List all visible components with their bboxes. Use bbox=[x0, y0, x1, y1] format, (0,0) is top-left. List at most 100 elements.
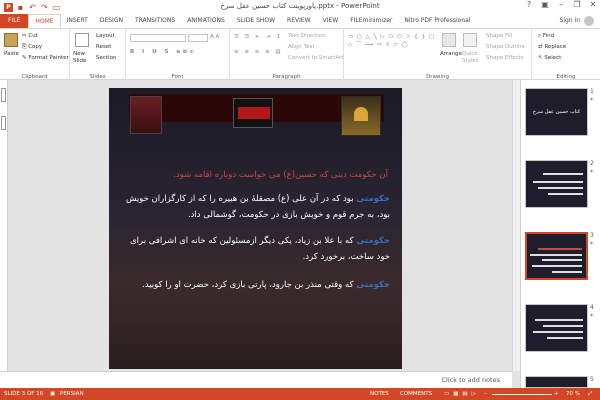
tab-slide-show[interactable]: SLIDE SHOW bbox=[231, 14, 281, 28]
vertical-scrollbar[interactable] bbox=[512, 80, 520, 371]
quick-styles-button[interactable]: Quick Styles bbox=[462, 51, 480, 65]
shrine-domes-picture bbox=[341, 96, 381, 136]
window-title: پاورپوینت کتاب حسین عقل سرخ.pptx - Power… bbox=[220, 2, 380, 10]
convert-smartart-button[interactable]: Convert to SmartArt bbox=[288, 55, 344, 61]
zoom-level[interactable]: 70 % bbox=[566, 391, 580, 397]
animation-star-icon: * bbox=[590, 313, 593, 320]
restore-icon[interactable]: ❐ bbox=[572, 0, 582, 9]
slide-thumbnail-4[interactable] bbox=[525, 304, 588, 352]
new-slide-button[interactable]: New Slide bbox=[73, 51, 95, 65]
animation-star-icon: * bbox=[590, 169, 593, 176]
copy-button[interactable]: ⎘ Copy bbox=[22, 44, 42, 51]
shapes-gallery[interactable]: ▭ ○ △ ╲ ▷ ⬠ ⬡ ☆ { } ▢ ◇ ⌒ ⟶ ⇨ ⇧ ▱ ◯ bbox=[348, 33, 438, 49]
editing-group: ⌕ Find ⇄ Replace ↖ Select Editing bbox=[532, 29, 600, 81]
tab-design[interactable]: DESIGN bbox=[94, 14, 129, 28]
thumbnail-number: 4 bbox=[590, 304, 594, 311]
tab-insert[interactable]: INSERT bbox=[61, 14, 94, 28]
thumbnail-number: 3 bbox=[590, 232, 594, 239]
drawing-group: ▭ ○ △ ╲ ▷ ⬠ ⬡ ☆ { } ▢ ◇ ⌒ ⟶ ⇨ ⇧ ▱ ◯ Arra… bbox=[344, 29, 532, 81]
font-size-box[interactable] bbox=[188, 34, 208, 42]
grow-font-icon[interactable]: A A bbox=[210, 34, 219, 40]
text-direction-button[interactable]: Text Direction bbox=[288, 33, 326, 39]
font-name-box[interactable] bbox=[130, 34, 186, 42]
zoom-slider[interactable] bbox=[492, 394, 552, 395]
fit-slide-icon[interactable]: ⤢ bbox=[588, 391, 592, 398]
arrange-button[interactable]: Arrange bbox=[440, 51, 462, 57]
slide-thumbnails-pane: کتاب حسین عقل سرخ 1 * 2 * 3 * 4 * 5 bbox=[520, 80, 600, 388]
tab-review[interactable]: REVIEW bbox=[281, 14, 317, 28]
align-text-button[interactable]: Align Text bbox=[288, 44, 315, 50]
tab-file[interactable]: FILE bbox=[0, 14, 29, 28]
shape-effects-button[interactable]: Shape Effects bbox=[486, 55, 524, 61]
reset-button[interactable]: Reset bbox=[96, 44, 111, 50]
workspace: آن حکومت دینی که حسین(ع) می خواست دوباره… bbox=[0, 80, 600, 388]
paragraph-2-line-2: خود ساخت، برخورد کرد. bbox=[302, 252, 390, 262]
slide-counter: SLIDE 3 OF 16 bbox=[4, 391, 44, 397]
help-icon[interactable]: ? bbox=[524, 0, 534, 9]
notes-pane[interactable]: Click to add notes bbox=[0, 371, 512, 388]
slide-thumbnail-2[interactable] bbox=[525, 160, 588, 208]
arrange-icon[interactable] bbox=[442, 33, 456, 47]
paste-button[interactable]: Paste bbox=[4, 51, 19, 57]
paragraph-2-line-1: حکومتی که با علا بن زیاد، یکی دیگر ازمسئ… bbox=[130, 236, 390, 246]
format-painter-button[interactable]: ✎ Format Painter bbox=[22, 55, 69, 61]
tab-view[interactable]: VIEW bbox=[317, 14, 345, 28]
shrine-picture-left bbox=[130, 96, 162, 134]
ribbon-display-icon[interactable]: ▣ bbox=[540, 0, 550, 9]
alignment-buttons[interactable]: ≡ ≡ ≡ ≡ ▥ bbox=[234, 49, 283, 55]
outline-collapse-strip[interactable] bbox=[0, 80, 8, 388]
thumbnail-number: 5 bbox=[590, 376, 594, 383]
tab-fileminimizer[interactable]: FILEminimizer bbox=[344, 14, 398, 28]
slide-thumbnail-5[interactable] bbox=[525, 376, 588, 388]
font-style-buttons[interactable]: B I U S abc bbox=[130, 49, 196, 55]
title-bar: P ▪ ↶ ↷ ▭ پاورپوینت کتاب حسین عقل سرخ.pp… bbox=[0, 0, 600, 14]
slide-canvas[interactable]: آن حکومت دینی که حسین(ع) می خواست دوباره… bbox=[109, 88, 402, 369]
paste-icon[interactable] bbox=[4, 33, 18, 47]
animation-star-icon: * bbox=[590, 97, 593, 104]
tab-transitions[interactable]: TRANSITIONS bbox=[129, 14, 181, 28]
slides-group: New Slide Layout Reset Section Slides bbox=[70, 29, 126, 81]
sign-in-link[interactable]: Sign in bbox=[560, 17, 580, 24]
minimize-icon[interactable]: – bbox=[556, 0, 566, 9]
notes-toggle[interactable]: NOTES bbox=[370, 391, 389, 397]
zoom-out-icon[interactable]: – bbox=[484, 391, 487, 397]
close-icon[interactable]: ✕ bbox=[588, 0, 598, 9]
ribbon: Paste ✂ Cut ⎘ Copy ✎ Format Painter Clip… bbox=[0, 28, 600, 81]
language-indicator: PERSIAN bbox=[60, 391, 84, 397]
calligraphy-picture bbox=[233, 98, 273, 128]
slide-thumbnail-3[interactable] bbox=[525, 232, 588, 280]
thumbnail-number: 1 bbox=[590, 88, 594, 95]
user-avatar[interactable] bbox=[584, 16, 594, 26]
cut-button[interactable]: ✂ Cut bbox=[22, 33, 38, 39]
status-bar: SLIDE 3 OF 16 ▣ PERSIAN NOTES COMMENTS ▭… bbox=[0, 388, 600, 400]
thumbnail-number: 2 bbox=[590, 160, 594, 167]
paragraph-group: ☰ ☰ ⇤ ⇥ ↕ ≡ ≡ ≡ ≡ ▥ Text Direction Align… bbox=[230, 29, 344, 81]
quick-styles-icon[interactable] bbox=[463, 33, 477, 47]
shape-fill-button[interactable]: Shape Fill bbox=[486, 33, 512, 39]
view-buttons[interactable]: ▭▦▤▷ bbox=[444, 391, 480, 397]
font-group: A A B I U S abc Font bbox=[126, 29, 230, 81]
list-buttons[interactable]: ☰ ☰ ⇤ ⇥ ↕ bbox=[234, 34, 283, 40]
paragraph-1-line-1: حکومتی بود که در آن علی (ع) مصقلۀ بن هبی… bbox=[126, 194, 390, 204]
clipboard-group: Paste ✂ Cut ⎘ Copy ✎ Format Painter Clip… bbox=[0, 29, 70, 81]
paragraph-1-line-2: بود، به جرم قوم و خویش بازی در حکومت، گو… bbox=[187, 210, 390, 220]
tab-animations[interactable]: ANIMATIONS bbox=[181, 14, 231, 28]
comments-toggle[interactable]: COMMENTS bbox=[400, 391, 432, 397]
proofing-icon[interactable]: ▣ bbox=[50, 391, 55, 397]
shape-outline-button[interactable]: Shape Outline bbox=[486, 44, 525, 50]
notes-placeholder: Click to add notes bbox=[441, 376, 500, 384]
slide-heading: آن حکومت دینی که حسین(ع) می خواست دوباره… bbox=[173, 170, 388, 180]
tab-nitro-pdf[interactable]: Nitro PDF Professional bbox=[398, 14, 476, 28]
slide-thumbnail-1[interactable]: کتاب حسین عقل سرخ bbox=[525, 88, 588, 136]
new-slide-icon[interactable] bbox=[75, 33, 89, 47]
select-button[interactable]: ↖ Select bbox=[538, 55, 561, 61]
section-button[interactable]: Section bbox=[96, 55, 116, 61]
find-button[interactable]: ⌕ Find bbox=[538, 33, 554, 40]
tab-home[interactable]: HOME bbox=[28, 14, 61, 28]
paragraph-3-line-1: حکومتی که وقتی منذر بن جارود، پارتی بازی… bbox=[142, 280, 390, 290]
animation-star-icon: * bbox=[590, 241, 593, 248]
layout-button[interactable]: Layout bbox=[96, 33, 115, 39]
zoom-in-icon[interactable]: + bbox=[554, 391, 559, 397]
replace-button[interactable]: ⇄ Replace bbox=[538, 44, 566, 50]
window-controls: ? ▣ – ❐ ✕ bbox=[524, 0, 598, 9]
